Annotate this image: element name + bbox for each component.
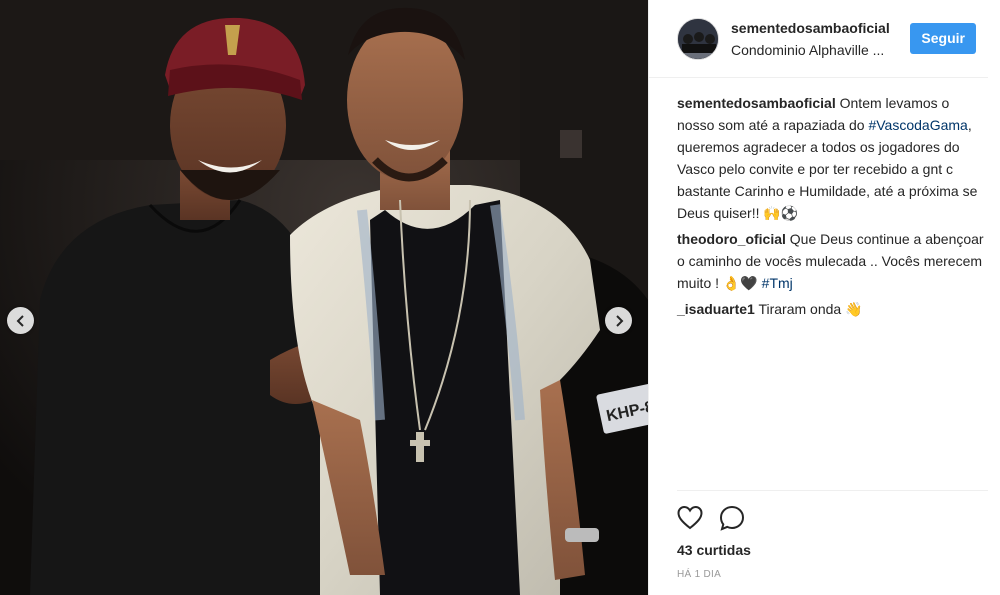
comment-text: Tiraram onda 👋	[754, 301, 863, 317]
instagram-post: KHP-81 sementedosambaoficial Condominio …	[0, 0, 1000, 595]
comment-item: theodoro_oficial Que Deus continue a abe…	[677, 228, 988, 294]
comment-icon[interactable]	[719, 505, 745, 531]
comments-list: sementedosambaoficial Ontem levamos o no…	[649, 78, 1000, 490]
chevron-right-icon	[615, 314, 623, 327]
comment-item: _isaduarte1 Tiraram onda 👋	[677, 298, 988, 320]
follow-button[interactable]: Seguir	[910, 23, 976, 54]
header-text: sementedosambaoficial Condominio Alphavi…	[731, 19, 896, 59]
comment-username[interactable]: sementedosambaoficial	[677, 95, 836, 111]
action-icons	[677, 503, 988, 533]
comment-username[interactable]: theodoro_oficial	[677, 231, 786, 247]
post-header: sementedosambaoficial Condominio Alphavi…	[649, 0, 988, 78]
comment-caption: sementedosambaoficial Ontem levamos o no…	[677, 92, 988, 224]
chevron-left-icon	[16, 314, 24, 327]
likes-count[interactable]: 43 curtidas	[677, 541, 988, 559]
avatar[interactable]	[677, 17, 719, 60]
post-actions: 43 curtidas HÁ 1 DIA	[677, 490, 988, 595]
comment-username[interactable]: _isaduarte1	[677, 301, 755, 317]
post-username[interactable]: sementedosambaoficial	[731, 19, 896, 37]
heart-icon[interactable]	[677, 505, 703, 531]
hashtag-link[interactable]: #Tmj	[762, 275, 793, 291]
post-timestamp[interactable]: HÁ 1 DIA	[677, 569, 988, 580]
previous-photo-button[interactable]	[7, 307, 34, 334]
next-photo-button[interactable]	[605, 307, 632, 334]
avatar-image	[678, 18, 718, 59]
post-side-panel: sementedosambaoficial Condominio Alphavi…	[648, 0, 1000, 595]
post-photo[interactable]: KHP-81	[0, 0, 648, 595]
hashtag-link[interactable]: #VascodaGama	[868, 117, 967, 133]
photo-scene: KHP-81	[0, 0, 648, 595]
post-location[interactable]: Condominio Alphaville ...	[731, 41, 896, 59]
